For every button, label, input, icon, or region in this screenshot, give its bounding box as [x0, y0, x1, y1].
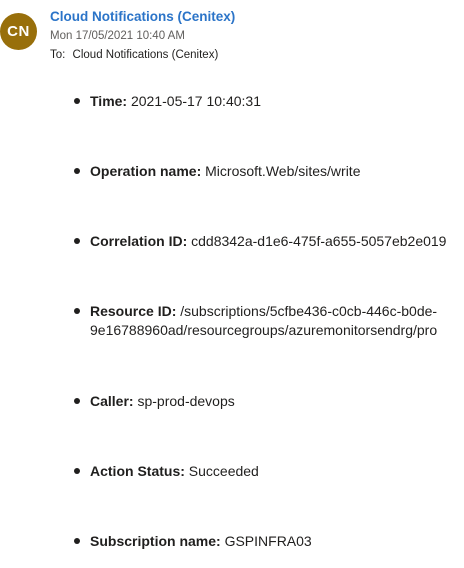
item-key: Resource ID:: [90, 303, 177, 319]
item-value: 2021-05-17 10:40:31: [130, 93, 261, 109]
bullet-icon: [74, 238, 80, 244]
item-key: Action Status:: [90, 463, 185, 479]
list-item-operation-name: Operation name: Microsoft.Web/sites/writ…: [74, 162, 464, 181]
bullet-icon: [74, 538, 80, 544]
list-item-subscription-name: Subscription name: GSPINFRA03: [74, 532, 464, 551]
list-item-action-status: Action Status: Succeeded: [74, 462, 464, 481]
list-item-time: Time: 2021-05-17 10:40:31: [74, 92, 464, 111]
item-value: GSPINFRA03: [224, 533, 312, 549]
item-key: Correlation ID:: [90, 233, 188, 249]
list-item-resource-id: Resource ID: /subscriptions/5cfbe436-c0c…: [74, 302, 464, 340]
list-item-correlation-id: Correlation ID: cdd8342a-d1e6-475f-a655-…: [74, 232, 464, 251]
item-key: Subscription name:: [90, 533, 221, 549]
bullet-icon: [74, 308, 80, 314]
item-key: Operation name:: [90, 163, 202, 179]
item-value: Succeeded: [188, 463, 259, 479]
bullet-icon: [74, 398, 80, 404]
item-key: Caller:: [90, 393, 134, 409]
email-message: CN Cloud Notifications (Cenitex) Mon 17/…: [0, 0, 464, 568]
list-item-caller: Caller: sp-prod-devops: [74, 392, 464, 411]
item-value: /subscriptions/5cfbe436-c0cb-446c-b0de-: [180, 303, 438, 319]
email-body: Time: 2021-05-17 10:40:31 Operation name…: [0, 0, 464, 568]
bullet-icon: [74, 98, 80, 104]
item-value: cdd8342a-d1e6-475f-a655-5057eb2e019: [191, 233, 447, 249]
item-value: sp-prod-devops: [137, 393, 235, 409]
bullet-icon: [74, 468, 80, 474]
item-value: Microsoft.Web/sites/write: [205, 163, 361, 179]
bullet-icon: [74, 168, 80, 174]
item-value-continued: 9e16788960ad/resourcegroups/azuremonitor…: [90, 322, 438, 338]
item-key: Time:: [90, 93, 128, 109]
